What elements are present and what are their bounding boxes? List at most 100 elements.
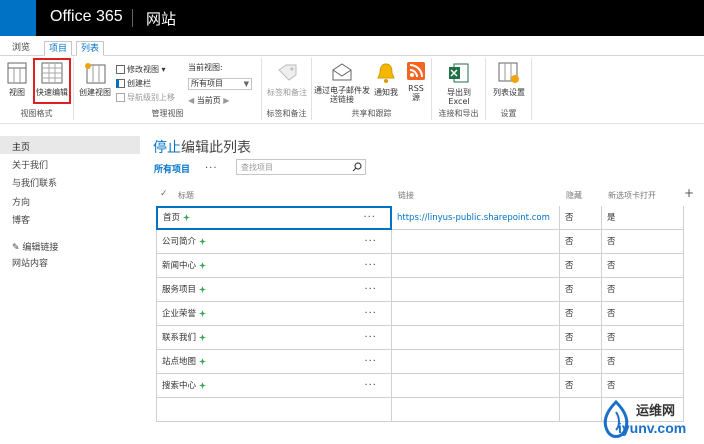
cell-hidden[interactable]: 否 <box>560 230 602 254</box>
table-row[interactable]: 首页 ··· https://linyus-public.sharepoint.co… <box>156 206 684 230</box>
table-row[interactable]: 联系我们 ··· 否否 <box>156 326 684 350</box>
column-header-new-tab[interactable]: 新选项卡打开 <box>608 190 656 201</box>
add-column-icon[interactable]: + <box>684 186 694 200</box>
cell-title[interactable]: 搜索中心 ··· <box>156 374 392 398</box>
cell-link[interactable] <box>392 398 560 422</box>
tab-list[interactable]: 列表 <box>76 41 105 56</box>
nav-item-home[interactable]: 主页 <box>12 140 30 153</box>
cell-hidden[interactable]: 否 <box>560 206 602 230</box>
cell-hidden[interactable]: 否 <box>560 278 602 302</box>
navigate-up-button[interactable]: 导航级别上移 <box>116 92 175 103</box>
group-tags-notes: 标签和备注 标签和备注 <box>262 58 312 120</box>
cell-link[interactable] <box>392 350 560 374</box>
group-manage-views: 创建视图 修改视图 ▾ 创建栏 导航级别上移 当前视图: 所有项目 ▼ ◀ 当前页… <box>74 58 262 120</box>
cell-new-tab[interactable]: 否 <box>602 374 684 398</box>
cell-link[interactable] <box>392 302 560 326</box>
cell-link[interactable]: https://linyus-public.sharepoint.com <box>392 206 560 230</box>
rss-button[interactable]: RSS 源 <box>404 62 428 102</box>
cell-new-tab[interactable]: 是 <box>602 206 684 230</box>
rss-icon <box>407 62 425 80</box>
cell-hidden[interactable] <box>560 398 602 422</box>
cell-title[interactable]: 服务项目 ··· <box>156 278 392 302</box>
cell-hidden[interactable]: 否 <box>560 254 602 278</box>
nav-item-directions[interactable]: 方向 <box>12 195 30 208</box>
cell-hidden[interactable]: 否 <box>560 326 602 350</box>
cell-link[interactable] <box>392 230 560 254</box>
cell-hidden[interactable]: 否 <box>560 302 602 326</box>
table-row[interactable]: 公司简介 ··· 否否 <box>156 230 684 254</box>
item-menu-button[interactable]: ··· <box>364 254 377 277</box>
search-input[interactable]: 查找项目 <box>236 159 366 175</box>
create-column-button[interactable]: 创建栏 <box>116 78 151 89</box>
new-item-icon <box>199 262 207 269</box>
cell-title[interactable]: 站点地图 ··· <box>156 350 392 374</box>
cell-title[interactable]: 企业荣誉 ··· <box>156 302 392 326</box>
tags-notes-button[interactable]: 标签和备注 <box>264 62 310 97</box>
new-item-icon <box>199 334 207 341</box>
view-tab-all-items[interactable]: 所有项目 <box>154 162 190 175</box>
search-icon[interactable] <box>352 162 362 172</box>
cell-new-tab[interactable]: 否 <box>602 230 684 254</box>
item-menu-button[interactable]: ··· <box>364 326 377 349</box>
edit-links-button[interactable]: ✎ 编辑链接 <box>12 240 58 253</box>
column-header-hidden[interactable]: 隐藏 <box>566 190 582 201</box>
cell-title[interactable]: 公司简介 ··· <box>156 230 392 254</box>
table-row[interactable]: 新闻中心 ··· 否否 <box>156 254 684 278</box>
tab-items[interactable]: 项目 <box>44 41 73 56</box>
item-menu-button[interactable]: ··· <box>363 208 376 228</box>
item-menu-button[interactable]: ··· <box>364 374 377 397</box>
alert-me-button[interactable]: 通知我 <box>372 62 400 97</box>
current-view-label: 当前视图: <box>188 63 223 72</box>
cell-new-tab[interactable]: 否 <box>602 350 684 374</box>
item-menu-button[interactable]: ··· <box>364 302 377 325</box>
current-view-select[interactable]: 所有项目 ▼ <box>188 78 252 90</box>
cell-link[interactable] <box>392 278 560 302</box>
list-settings-button[interactable]: 列表设置 <box>488 62 530 97</box>
cell-new-tab[interactable]: 否 <box>602 278 684 302</box>
cell-link[interactable] <box>392 374 560 398</box>
brand-title[interactable]: Office 365 <box>50 8 123 26</box>
cell-link[interactable] <box>392 326 560 350</box>
email-link-button[interactable]: 通过电子邮件发送链接 <box>314 62 370 104</box>
table-row[interactable]: 站点地图 ··· 否否 <box>156 350 684 374</box>
table-row[interactable]: 企业荣誉 ··· 否否 <box>156 302 684 326</box>
table-row[interactable]: 服务项目 ··· 否否 <box>156 278 684 302</box>
page-title: 停止编辑此列表 <box>153 140 251 156</box>
group-settings: 列表设置 设置 <box>486 58 532 120</box>
tab-browse[interactable]: 浏览 <box>8 41 34 56</box>
chevron-down-icon: ▼ <box>243 80 249 88</box>
table-row[interactable]: 搜索中心 ··· 否否 <box>156 374 684 398</box>
suite-app-title[interactable]: 网站 <box>146 8 176 29</box>
current-page-nav[interactable]: ◀ 当前页 ▶ <box>188 95 229 106</box>
select-all-checkmark-icon[interactable]: ✓ <box>160 189 168 199</box>
item-menu-button[interactable]: ··· <box>364 230 377 253</box>
nav-item-about[interactable]: 关于我们 <box>12 158 48 171</box>
create-view-button[interactable]: 创建视图 <box>78 62 112 97</box>
next-page-icon[interactable]: ▶ <box>221 96 229 105</box>
cell-title[interactable]: 新闻中心 ··· <box>156 254 392 278</box>
cell-new-tab[interactable]: 否 <box>602 302 684 326</box>
cell-new-tab[interactable]: 否 <box>602 254 684 278</box>
column-header-link[interactable]: 链接 <box>398 190 414 201</box>
nav-item-blog[interactable]: 博客 <box>12 213 30 226</box>
divider <box>132 9 133 27</box>
cell-title[interactable] <box>156 398 392 422</box>
export-excel-button[interactable]: 导出到 Excel <box>436 62 482 106</box>
app-launcher-button[interactable] <box>0 0 169 219</box>
modify-view-button[interactable]: 修改视图 ▾ <box>116 64 166 75</box>
prev-page-icon[interactable]: ◀ <box>188 96 197 105</box>
cell-title[interactable]: 首页 ··· <box>156 206 392 230</box>
view-button[interactable]: 视图 <box>4 62 30 97</box>
cell-link[interactable] <box>392 254 560 278</box>
cell-hidden[interactable]: 否 <box>560 374 602 398</box>
site-contents-link[interactable]: 网站内容 <box>12 256 48 269</box>
cell-hidden[interactable]: 否 <box>560 350 602 374</box>
item-menu-button[interactable]: ··· <box>364 350 377 373</box>
cell-title[interactable]: 联系我们 ··· <box>156 326 392 350</box>
column-header-title[interactable]: 标题 <box>178 190 194 201</box>
cell-new-tab[interactable]: 否 <box>602 326 684 350</box>
item-menu-button[interactable]: ··· <box>364 278 377 301</box>
stop-editing-link[interactable]: 停止 <box>153 140 181 156</box>
nav-item-contact[interactable]: 与我们联系 <box>12 176 57 189</box>
view-more-button[interactable]: ... <box>205 160 218 171</box>
